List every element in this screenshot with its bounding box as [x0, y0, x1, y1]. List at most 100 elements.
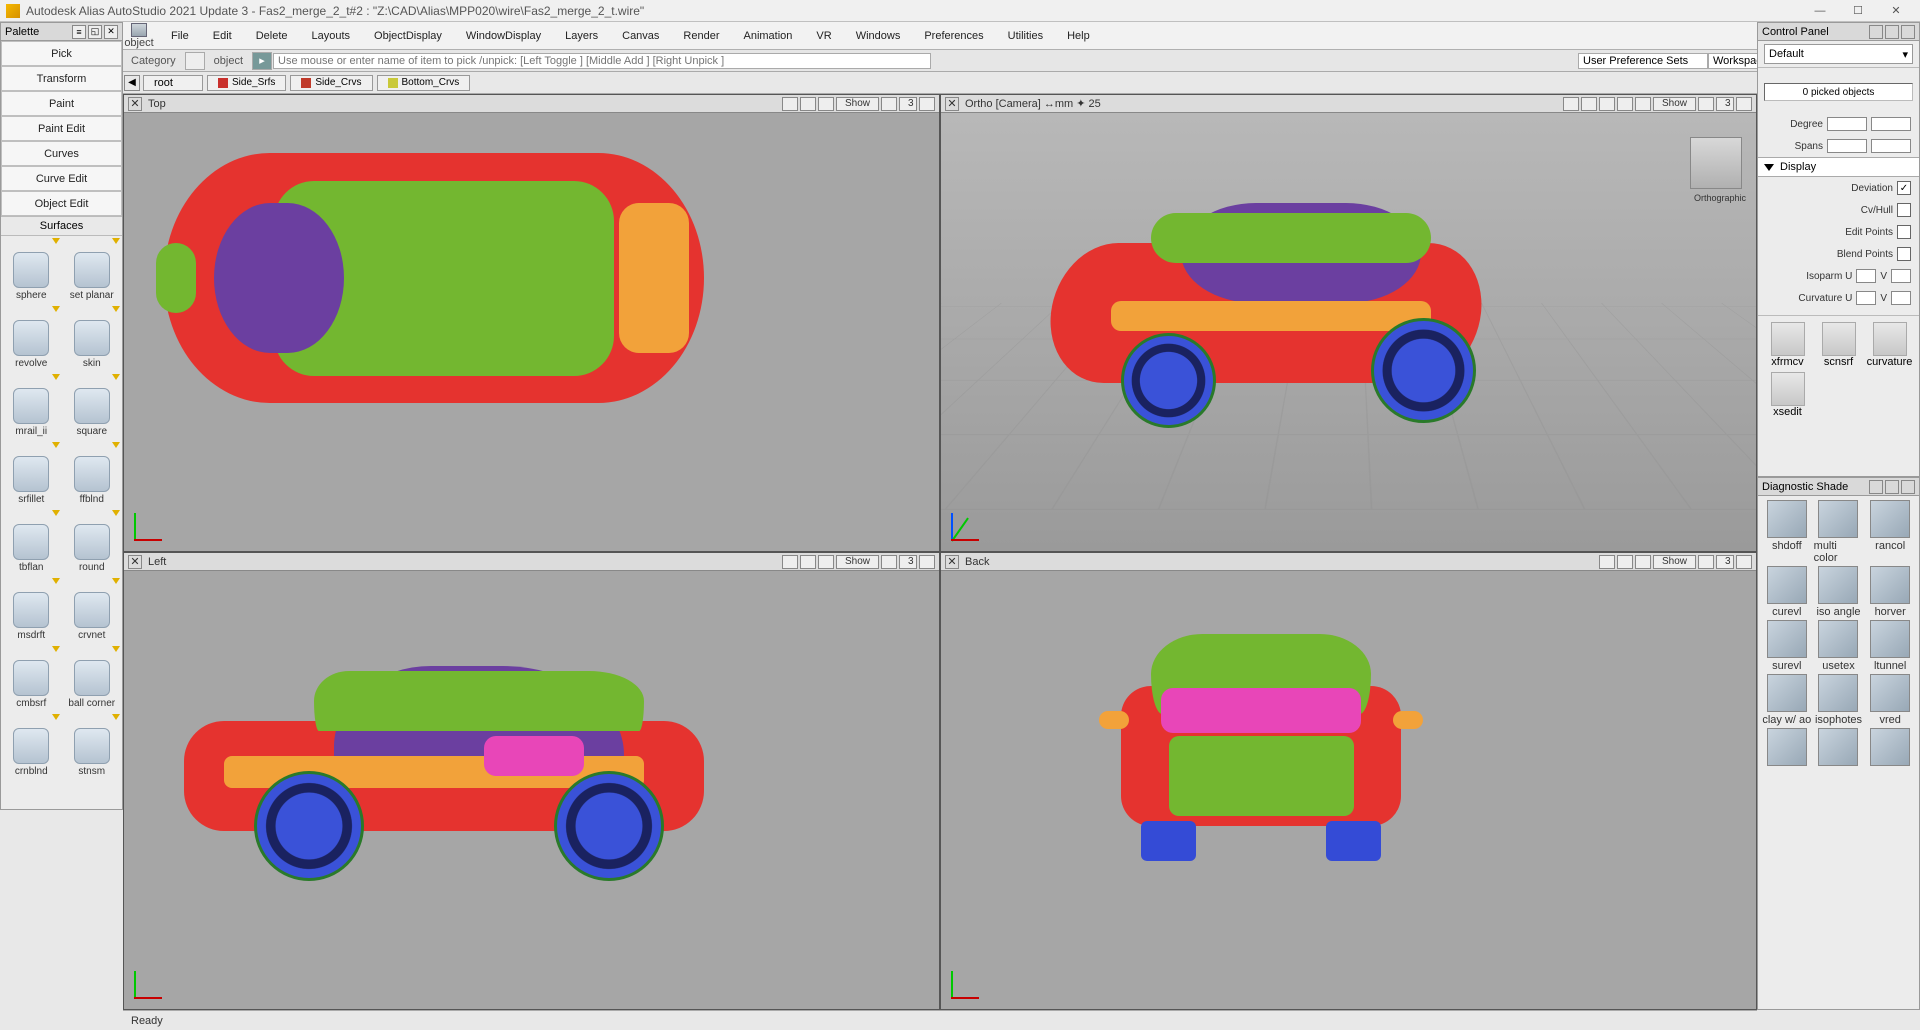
viewport-left[interactable]: ✕ Left Show 3: [123, 552, 940, 1010]
tool-crvnet[interactable]: crvnet: [62, 576, 123, 644]
menu-preferences[interactable]: Preferences: [914, 26, 993, 46]
menu-edit[interactable]: Edit: [203, 26, 242, 46]
palette-close-icon[interactable]: ✕: [104, 25, 118, 39]
vp-persp-show-button[interactable]: Show: [1653, 97, 1696, 111]
menu-canvas[interactable]: Canvas: [612, 26, 669, 46]
viewport-persp-close-icon[interactable]: ✕: [945, 97, 959, 111]
diag-ltunnel[interactable]: ltunnel: [1865, 620, 1915, 672]
tool-revolve[interactable]: revolve: [1, 304, 62, 372]
isoparm-u-u-input[interactable]: [1856, 269, 1876, 283]
vp-persp-t2-icon[interactable]: [1581, 97, 1597, 111]
menu-objectdisplay[interactable]: ObjectDisplay: [364, 26, 452, 46]
palette-btn-transform[interactable]: Transform: [1, 66, 122, 91]
degree-u-input[interactable]: [1827, 117, 1867, 131]
palette-btn-paint-edit[interactable]: Paint Edit: [1, 116, 122, 141]
viewport-ortho-camera[interactable]: ✕ Ortho [Camera] ↔mm ✦ 25 Show 3 Orthogr…: [940, 94, 1757, 552]
command-prompt-input[interactable]: [273, 53, 931, 69]
vp-left-show-button[interactable]: Show: [836, 555, 879, 569]
tool-cmbsrf[interactable]: cmbsrf: [1, 644, 62, 712]
user-preference-sets[interactable]: User Preference Sets: [1578, 53, 1708, 69]
control-preset-dropdown[interactable]: Default▾: [1764, 44, 1913, 64]
vp-persp-num[interactable]: 3: [1716, 97, 1734, 111]
vp-top-show-button[interactable]: Show: [836, 97, 879, 111]
isoparm-u-v-input[interactable]: [1891, 269, 1911, 283]
tool-round[interactable]: round: [62, 508, 123, 576]
palette-btn-curve-edit[interactable]: Curve Edit: [1, 166, 122, 191]
spans-u-input[interactable]: [1827, 139, 1867, 153]
diag-horver[interactable]: horver: [1865, 566, 1915, 618]
vp-left-t1-icon[interactable]: [782, 555, 798, 569]
palette-menu-icon[interactable]: ≡: [72, 25, 86, 39]
menu-delete[interactable]: Delete: [246, 26, 298, 46]
diag-surevl[interactable]: surevl: [1762, 620, 1812, 672]
vp-back-cfg-icon[interactable]: [1698, 555, 1714, 569]
vp-persp-t3-icon[interactable]: [1599, 97, 1615, 111]
tool-stnsm[interactable]: stnsm: [62, 712, 123, 780]
view-cube[interactable]: [1690, 137, 1742, 189]
ctrl-tool-scnsrf[interactable]: scnsrf: [1815, 322, 1862, 368]
diag-clay-w-ao[interactable]: clay w/ ao: [1762, 674, 1812, 726]
diag-item[interactable]: [1814, 728, 1864, 768]
degree-v-input[interactable]: [1871, 117, 1911, 131]
diag-usetex[interactable]: usetex: [1814, 620, 1864, 672]
tool-square[interactable]: square: [62, 372, 123, 440]
vp-persp-max-icon[interactable]: [1736, 97, 1752, 111]
diag-curevl[interactable]: curevl: [1762, 566, 1812, 618]
viewport-left-close-icon[interactable]: ✕: [128, 555, 142, 569]
diag-isophotes[interactable]: isophotes: [1814, 674, 1864, 726]
menu-windows[interactable]: Windows: [846, 26, 911, 46]
diag-rancol[interactable]: rancol: [1865, 500, 1915, 564]
vp-left-cfg-icon[interactable]: [881, 555, 897, 569]
vp-persp-t1-icon[interactable]: [1563, 97, 1579, 111]
display-section-header[interactable]: Display: [1758, 157, 1919, 177]
vp-persp-t5-icon[interactable]: [1635, 97, 1651, 111]
ds-menu-icon[interactable]: [1869, 480, 1883, 494]
menu-animation[interactable]: Animation: [734, 26, 803, 46]
menu-utilities[interactable]: Utilities: [998, 26, 1053, 46]
palette-btn-curves[interactable]: Curves: [1, 141, 122, 166]
layer-nav-left[interactable]: ◀: [124, 75, 140, 91]
tool-crnblnd[interactable]: crnblnd: [1, 712, 62, 780]
vp-back-num[interactable]: 3: [1716, 555, 1734, 569]
tool-skin[interactable]: skin: [62, 304, 123, 372]
ctrl-tool-xfrmcv[interactable]: xfrmcv: [1764, 322, 1811, 368]
diag-item[interactable]: [1762, 728, 1812, 768]
cp-undock-icon[interactable]: [1885, 25, 1899, 39]
checkbox-cv-hull[interactable]: [1897, 203, 1911, 217]
minimize-button[interactable]: —: [1802, 1, 1838, 21]
menu-vr[interactable]: VR: [806, 26, 841, 46]
menu-windowdisplay[interactable]: WindowDisplay: [456, 26, 551, 46]
vp-back-t3-icon[interactable]: [1635, 555, 1651, 569]
maximize-button[interactable]: ☐: [1840, 1, 1876, 21]
category-prev-icon[interactable]: [185, 52, 205, 70]
palette-section-surfaces[interactable]: Surfaces: [1, 216, 122, 236]
vp-top-cfg-icon[interactable]: [881, 97, 897, 111]
tool-srfillet[interactable]: srfillet: [1, 440, 62, 508]
vp-back-show-button[interactable]: Show: [1653, 555, 1696, 569]
diag-iso-angle[interactable]: iso angle: [1814, 566, 1864, 618]
ctrl-tool-xsedit[interactable]: xsedit: [1764, 372, 1811, 418]
viewport-top-close-icon[interactable]: ✕: [128, 97, 142, 111]
ds-undock-icon[interactable]: [1885, 480, 1899, 494]
checkbox-edit-points[interactable]: [1897, 225, 1911, 239]
ctrl-tool-curvature[interactable]: curvature: [1866, 322, 1913, 368]
close-button[interactable]: ✕: [1878, 1, 1914, 21]
menu-layers[interactable]: Layers: [555, 26, 608, 46]
tool-ffblnd[interactable]: ffblnd: [62, 440, 123, 508]
vp-back-t2-icon[interactable]: [1617, 555, 1633, 569]
diag-multi-color[interactable]: multi color: [1814, 500, 1864, 564]
spans-v-input[interactable]: [1871, 139, 1911, 153]
tool-set-planar[interactable]: set planar: [62, 236, 123, 304]
menu-layouts[interactable]: Layouts: [302, 26, 361, 46]
control-panel-header[interactable]: Control Panel: [1758, 23, 1919, 41]
curvature-u-u-input[interactable]: [1856, 291, 1876, 305]
viewport-back-close-icon[interactable]: ✕: [945, 555, 959, 569]
layer-side_crvs[interactable]: Side_Crvs: [290, 75, 372, 91]
tool-sphere[interactable]: sphere: [1, 236, 62, 304]
diag-vred[interactable]: vred: [1865, 674, 1915, 726]
curvature-u-v-input[interactable]: [1891, 291, 1911, 305]
layer-bottom_crvs[interactable]: Bottom_Crvs: [377, 75, 471, 91]
menu-help[interactable]: Help: [1057, 26, 1100, 46]
tool-msdrft[interactable]: msdrft: [1, 576, 62, 644]
checkbox-blend-points[interactable]: [1897, 247, 1911, 261]
